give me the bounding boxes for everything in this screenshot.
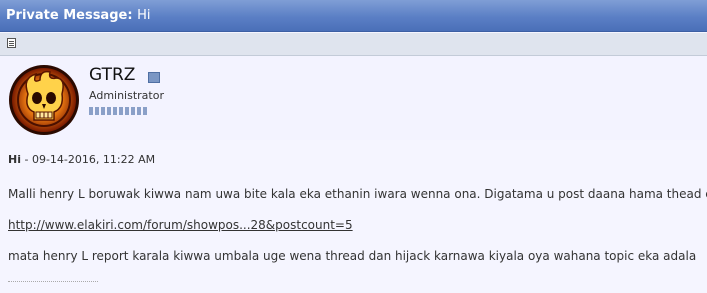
reputation-pip xyxy=(143,107,147,115)
post-header: Hi - 09-14-2016, 11:22 AM xyxy=(8,153,155,167)
reputation-pip xyxy=(101,107,105,115)
post-separator: - xyxy=(20,153,32,166)
offline-status-icon xyxy=(148,72,160,83)
reputation-pip xyxy=(119,107,123,115)
reputation-pip xyxy=(137,107,141,115)
message-titlebar: Private Message: Hi xyxy=(0,0,707,32)
post-title: Hi xyxy=(8,153,21,166)
post-body: Hi - 09-14-2016, 11:22 AM Malli henry L … xyxy=(0,141,707,293)
reputation-pip xyxy=(107,107,111,115)
post-icon[interactable] xyxy=(7,38,16,48)
reputation-pip xyxy=(95,107,99,115)
signature-divider xyxy=(8,281,98,282)
reputation-pip xyxy=(131,107,135,115)
user-info-panel: GTRZ Administrator xyxy=(0,56,707,140)
post-text-line: mata henry L report karala kiwwa umbala … xyxy=(8,249,697,263)
post-toolbar xyxy=(0,33,707,56)
reputation-bar xyxy=(89,107,147,115)
title-subject: Hi xyxy=(137,8,151,23)
reputation-pip xyxy=(125,107,129,115)
username[interactable]: GTRZ xyxy=(89,65,135,85)
reputation-pip xyxy=(89,107,93,115)
title-prefix: Private Message: xyxy=(6,8,133,23)
user-title: Administrator xyxy=(89,89,164,102)
flaming-skull-avatar[interactable] xyxy=(8,64,80,136)
post-link[interactable]: http://www.elakiri.com/forum/showpos...2… xyxy=(8,217,353,233)
post-text-line: Malli henry L boruwak kiwwa nam uwa bite… xyxy=(8,187,707,201)
post-date: 09-14-2016, 11:22 AM xyxy=(31,153,156,166)
reputation-pip xyxy=(113,107,117,115)
